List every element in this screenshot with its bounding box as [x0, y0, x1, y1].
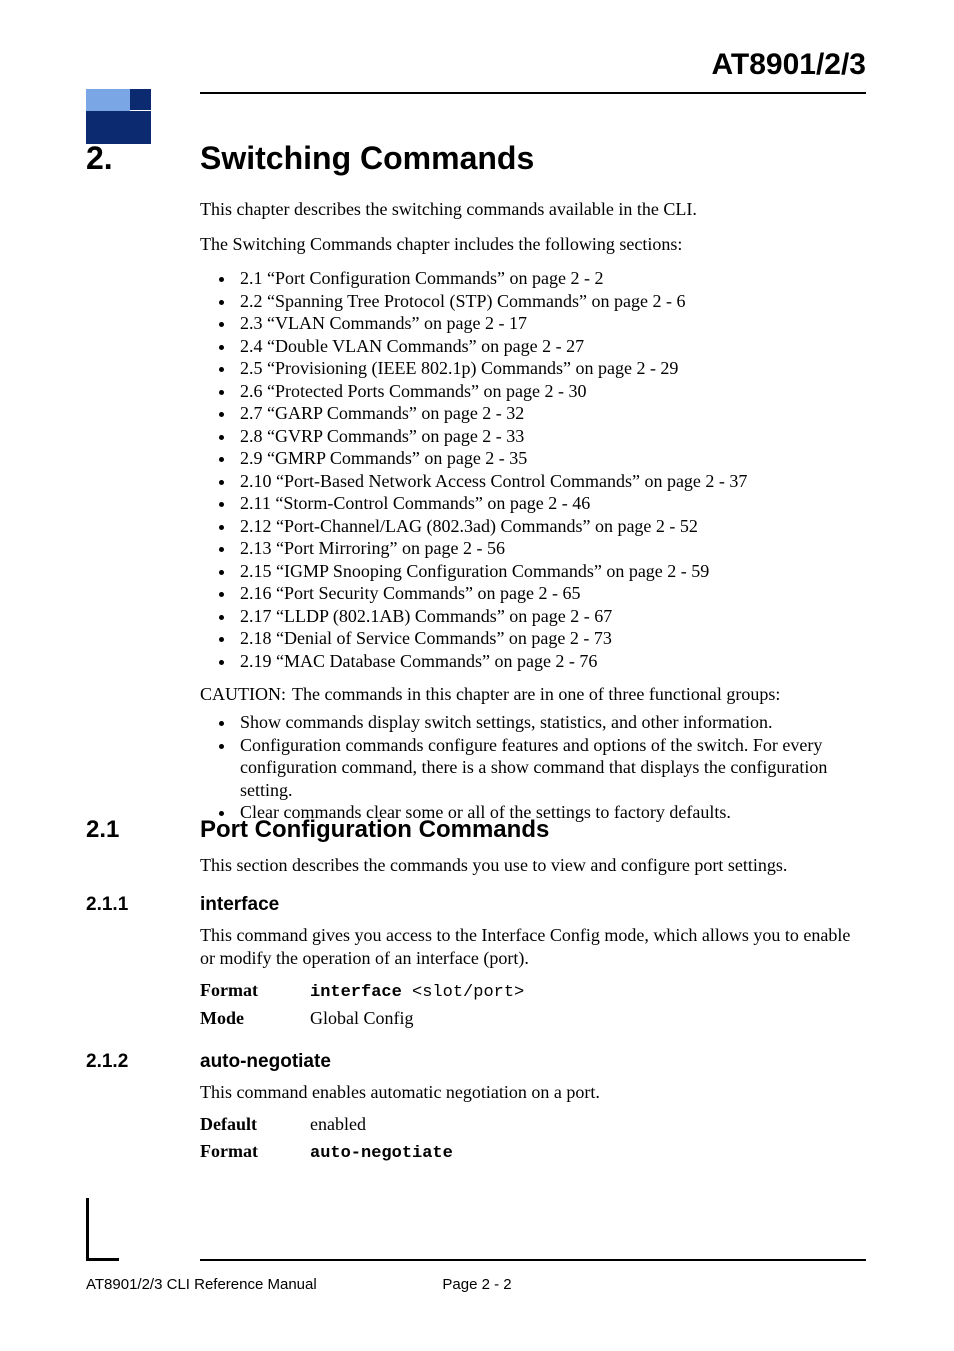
list-item: Show commands display switch settings, s… [236, 711, 866, 734]
paragraph: This section describes the commands you … [200, 854, 866, 877]
section-title: Port Configuration Commands [200, 816, 549, 844]
toc-item: 2.12 “Port-Channel/LAG (802.3ad) Command… [236, 515, 866, 538]
toc-item: 2.13 “Port Mirroring” on page 2 - 56 [236, 537, 866, 560]
paragraph: This command enables automatic negotiati… [200, 1081, 866, 1104]
toc-item: 2.3 “VLAN Commands” on page 2 - 17 [236, 312, 866, 335]
toc-item: 2.11 “Storm-Control Commands” on page 2 … [236, 492, 866, 515]
caution-label: CAUTION: [200, 684, 286, 705]
toc-item: 2.6 “Protected Ports Commands” on page 2… [236, 380, 866, 403]
list-item: Configuration commands configure feature… [236, 734, 866, 802]
section-body: This command gives you access to the Int… [200, 924, 866, 1035]
definition-table: Format interface <slot/port> Mode Global… [200, 980, 866, 1029]
intro-paragraph: The Switching Commands chapter includes … [200, 233, 866, 256]
toc-item: 2.15 “IGMP Snooping Configuration Comman… [236, 560, 866, 583]
toc-item: 2.8 “GVRP Commands” on page 2 - 33 [236, 425, 866, 448]
brand-logo-icon [86, 89, 151, 144]
main-body: This chapter describes the switching com… [200, 198, 866, 836]
section-body: This section describes the commands you … [200, 854, 866, 887]
caution-groups-list: Show commands display switch settings, s… [200, 711, 866, 824]
intro-paragraph: This chapter describes the switching com… [200, 198, 866, 221]
section-number: 2.1 [86, 816, 119, 844]
toc-item: 2.1 “Port Configuration Commands” on pag… [236, 267, 866, 290]
section-title: auto-negotiate [200, 1051, 331, 1073]
toc-item: 2.16 “Port Security Commands” on page 2 … [236, 582, 866, 605]
section-title: interface [200, 894, 279, 916]
footer-bracket-icon [86, 1198, 119, 1261]
kv-key: Default [200, 1114, 310, 1135]
toc-item: 2.9 “GMRP Commands” on page 2 - 35 [236, 447, 866, 470]
toc-item: 2.7 “GARP Commands” on page 2 - 32 [236, 402, 866, 425]
kv-value: enabled [310, 1114, 366, 1135]
section-body: This command enables automatic negotiati… [200, 1081, 866, 1169]
kv-value: auto-negotiate [310, 1141, 453, 1163]
footer-page-number: Page 2 - 2 [0, 1276, 954, 1293]
toc-item: 2.10 “Port-Based Network Access Control … [236, 470, 866, 493]
toc-item: 2.5 “Provisioning (IEEE 802.1p) Commands… [236, 357, 866, 380]
toc-item: 2.18 “Denial of Service Commands” on pag… [236, 627, 866, 650]
chapter-title: Switching Commands [200, 140, 534, 177]
section-number: 2.1.1 [86, 894, 128, 916]
caution-text: The commands in this chapter are in one … [292, 684, 780, 705]
command-name: auto-negotiate [310, 1144, 453, 1163]
kv-value: Global Config [310, 1008, 414, 1029]
paragraph: This command gives you access to the Int… [200, 924, 866, 970]
chapter-number: 2. [86, 140, 186, 177]
toc-item: 2.4 “Double VLAN Commands” on page 2 - 2… [236, 335, 866, 358]
kv-key: Format [200, 980, 310, 1002]
command-arg: <slot/port> [412, 983, 524, 1002]
kv-value: interface <slot/port> [310, 980, 524, 1002]
footer-rule [200, 1259, 866, 1261]
header-rule [200, 92, 866, 94]
section-number: 2.1.2 [86, 1051, 128, 1073]
command-name: interface [310, 983, 412, 1002]
page: AT8901/2/3 2. Switching Commands This ch… [0, 0, 954, 1351]
definition-table: Default enabled Format auto-negotiate [200, 1114, 866, 1163]
toc-item: 2.2 “Spanning Tree Protocol (STP) Comman… [236, 290, 866, 313]
toc-item: 2.19 “MAC Database Commands” on page 2 -… [236, 650, 866, 673]
kv-key: Mode [200, 1008, 310, 1029]
caution-block: CAUTION: The commands in this chapter ar… [200, 684, 866, 705]
header-product: AT8901/2/3 [711, 48, 866, 82]
kv-key: Format [200, 1141, 310, 1163]
toc-item: 2.17 “LLDP (802.1AB) Commands” on page 2… [236, 605, 866, 628]
toc-list: 2.1 “Port Configuration Commands” on pag… [200, 267, 866, 672]
